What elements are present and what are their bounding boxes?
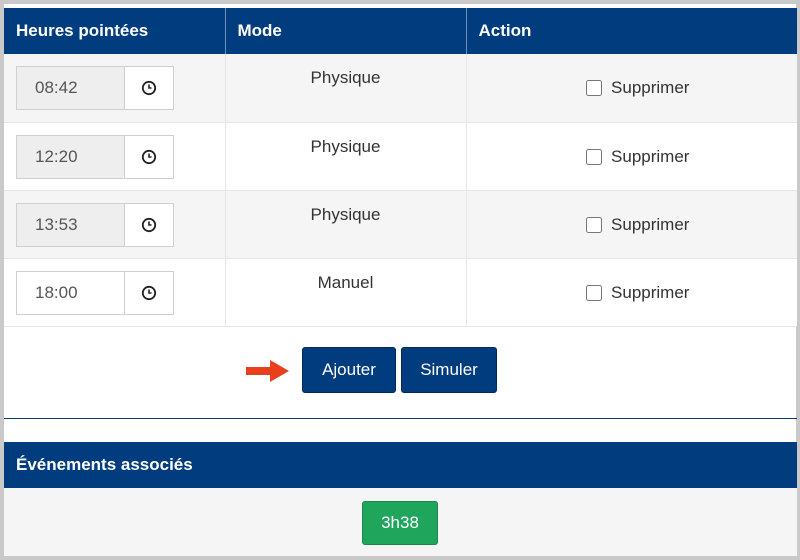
time-input[interactable] — [16, 270, 124, 315]
header-action: Action — [465, 8, 797, 54]
delete-label: Supprimer — [611, 282, 690, 302]
section-divider — [4, 418, 797, 419]
time-cell — [4, 258, 225, 327]
action-cell: Supprimer — [465, 190, 798, 259]
table-header-row: Heures pointées Mode Action — [4, 8, 797, 54]
add-button[interactable]: Ajouter — [302, 347, 396, 393]
clock-icon[interactable] — [124, 66, 174, 110]
table-row: Physique Supprimer — [4, 54, 798, 123]
time-input[interactable] — [16, 202, 124, 247]
delete-checkbox[interactable] — [586, 216, 603, 233]
time-cell — [4, 54, 225, 123]
delete-checkbox[interactable] — [586, 284, 603, 301]
delete-label: Supprimer — [611, 78, 690, 97]
delete-option[interactable]: Supprimer — [467, 78, 798, 98]
header-mode: Mode — [224, 8, 466, 54]
pointage-table: Heures pointées Mode Action Physique Sup… — [4, 8, 797, 327]
mode-cell: Physique — [224, 122, 466, 191]
mode-cell: Physique — [224, 190, 466, 259]
arrow-right-icon — [246, 360, 289, 382]
time-input[interactable] — [16, 134, 124, 179]
time-picker — [16, 270, 174, 315]
time-picker — [16, 202, 174, 247]
clock-icon[interactable] — [124, 134, 174, 179]
table-row: Physique Supprimer — [4, 122, 798, 191]
delete-checkbox[interactable] — [586, 80, 603, 96]
time-picker — [16, 66, 174, 110]
time-picker — [16, 134, 174, 179]
table-row: Manuel Supprimer — [4, 258, 798, 327]
action-cell: Supprimer — [465, 258, 798, 327]
clock-icon[interactable] — [124, 202, 174, 247]
delete-label: Supprimer — [611, 214, 690, 234]
delete-option[interactable]: Supprimer — [467, 215, 798, 235]
action-cell: Supprimer — [465, 54, 798, 123]
delete-checkbox[interactable] — [586, 148, 603, 165]
header-heures: Heures pointées — [4, 8, 225, 54]
delete-label: Supprimer — [611, 146, 690, 166]
mode-cell: Manuel — [224, 258, 466, 327]
delete-option[interactable]: Supprimer — [467, 147, 798, 167]
delete-option[interactable]: Supprimer — [467, 283, 798, 303]
action-cell: Supprimer — [465, 122, 798, 191]
table-row: Physique Supprimer — [4, 190, 798, 259]
events-title: Événements associés — [16, 455, 193, 474]
clock-icon[interactable] — [124, 270, 174, 315]
duration-badge[interactable]: 3h38 — [362, 501, 438, 545]
time-cell — [4, 122, 225, 191]
simulate-button[interactable]: Simuler — [401, 347, 497, 393]
events-header: Événements associés — [4, 442, 797, 488]
mode-cell: Physique — [224, 54, 466, 123]
time-cell — [4, 190, 225, 259]
time-input[interactable] — [16, 66, 124, 110]
